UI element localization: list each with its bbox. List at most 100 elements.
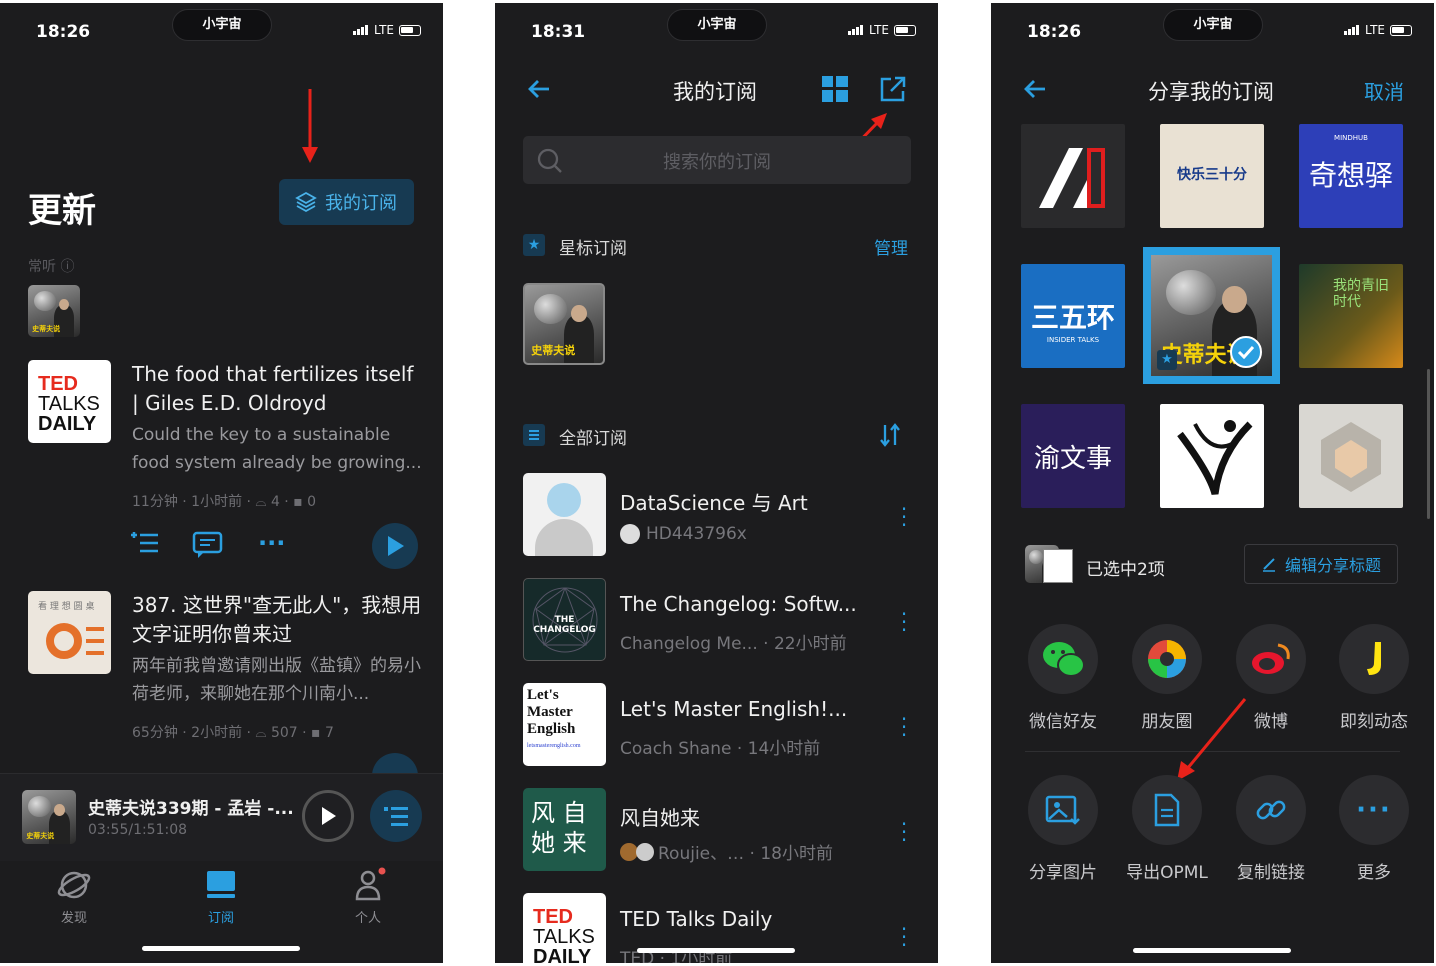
back-arrow-icon[interactable] (527, 77, 551, 105)
list-item-sub: Roujie、… · 18小时前 (620, 839, 833, 864)
selected-cover-frame[interactable]: 史蒂夫说 ★ (1143, 247, 1280, 384)
moments-button[interactable] (1132, 624, 1202, 694)
grid-cover-geometric[interactable] (1299, 404, 1403, 508)
list-item-sub: HD443796x (620, 524, 747, 544)
app-pill: 小宇宙 (667, 9, 767, 41)
jike-icon (1367, 642, 1381, 675)
check-icon (1230, 336, 1262, 368)
share-export-icon[interactable] (879, 75, 907, 107)
sort-icon[interactable] (879, 423, 901, 451)
item-more-icon[interactable]: · · · (899, 709, 909, 745)
export-opml-button[interactable] (1132, 775, 1202, 845)
mini-player[interactable]: 史蒂夫说 史蒂夫说339期 - 孟岩 -... 03:55/1:51:08 (0, 773, 443, 861)
list-item-title[interactable]: TED Talks Daily (620, 907, 772, 931)
app-pill-label: 小宇宙 (697, 17, 737, 32)
item-more-icon[interactable]: · · · (899, 499, 909, 535)
tab-profile[interactable]: 个人 (338, 907, 398, 926)
grid-cover-1[interactable] (1021, 124, 1125, 228)
search-placeholder: 搜索你的订阅 (663, 152, 771, 173)
player-progress: 03:55/1:51:08 (88, 822, 188, 838)
item-more-icon[interactable]: · · · (899, 814, 909, 850)
playlist-button[interactable] (370, 790, 422, 842)
frequent-label: 常听 ⓘ (28, 259, 75, 275)
status-time: 18:31 (531, 22, 586, 42)
list-item-cover[interactable]: TED TALKS DAILY (523, 893, 606, 963)
discover-icon[interactable] (57, 869, 91, 905)
item-more-icon[interactable]: · · · (899, 604, 909, 640)
list-item-title[interactable]: The Changelog: Softw... (620, 592, 857, 616)
share-label: 导出OPML (1126, 863, 1208, 883)
app-pill: 小宇宙 (1163, 9, 1263, 41)
link-icon (1256, 800, 1286, 820)
star-icon: ★ (1157, 350, 1177, 370)
profile-icon[interactable] (354, 867, 386, 905)
player-title: 史蒂夫说339期 - 孟岩 -... (88, 799, 294, 819)
wechat-friend-button[interactable] (1028, 624, 1098, 694)
add-to-queue-icon[interactable] (130, 529, 160, 561)
episode-meta: 11分钟 · 1小时前 · ⌓ 4 · ▪ 0 (132, 494, 317, 510)
comment-icon[interactable] (192, 531, 224, 563)
search-input[interactable]: 搜索你的订阅 (523, 136, 911, 184)
tab-discover[interactable]: 发现 (44, 907, 104, 926)
list-item-cover[interactable]: THE CHANGELOG (523, 578, 606, 661)
copy-link-button[interactable] (1236, 775, 1306, 845)
grid-view-icon[interactable] (822, 76, 848, 106)
network-label: LTE (869, 23, 889, 37)
list-item-cover[interactable]: Let's Master English letsmasterenglish.com (523, 683, 606, 766)
annotation-arrow-icon (1177, 698, 1247, 781)
grid-cover-qixiang[interactable]: MINDHUB 奇想驿 (1299, 124, 1403, 228)
status-time: 18:26 (36, 22, 91, 42)
episode-cover-kanlixiang[interactable]: 看 理 想 圆 桌 (28, 591, 111, 674)
list-item-sub: TED · 1小时前 (620, 949, 733, 963)
list-item-cover[interactable] (523, 473, 606, 556)
network-label: LTE (374, 23, 394, 37)
app-pill-label: 小宇宙 (202, 17, 242, 32)
item-more-icon[interactable]: · · · (899, 919, 909, 955)
episode-description: Could the key to a sustainable food syst… (132, 425, 422, 473)
player-play-button[interactable] (302, 790, 354, 842)
episode-cover-ted[interactable]: TED TALKS DAILY (28, 360, 111, 443)
page-title: 更新 (28, 191, 96, 231)
list-item-title[interactable]: Let's Master English!... (620, 697, 847, 721)
play-episode-button[interactable] (372, 523, 418, 569)
home-indicator (637, 948, 795, 953)
more-share-button[interactable]: ··· (1339, 775, 1409, 845)
signal-icon (1344, 25, 1360, 35)
page-title: 我的订阅 (673, 80, 757, 104)
back-arrow-icon[interactable] (1023, 77, 1047, 105)
share-image-button[interactable] (1028, 775, 1098, 845)
list-item-cover[interactable]: 风 自她 来 (523, 788, 606, 871)
app-pill-label: 小宇宙 (1193, 17, 1233, 32)
grid-cover-sanwuhuan[interactable]: 三五环 INSIDER TALKS (1021, 264, 1125, 368)
cancel-button[interactable]: 取消 (1364, 76, 1404, 105)
signal-icon (353, 25, 369, 35)
share-label: 复制链接 (1237, 863, 1305, 883)
manage-button[interactable]: 管理 (874, 234, 908, 259)
grid-cover-kuaile[interactable]: 快乐三十分 (1160, 124, 1264, 228)
scrollbar[interactable] (1427, 369, 1430, 519)
grid-cover-dance[interactable] (1160, 404, 1264, 508)
share-label: 分享图片 (1029, 863, 1097, 883)
subscriptions-icon[interactable] (205, 869, 237, 905)
episode-title[interactable]: 387. 这世界"查无此人"，我想用文字证明你曾来过 (132, 591, 422, 649)
battery-icon (894, 24, 916, 36)
image-icon (1045, 795, 1080, 825)
list-item-title[interactable]: 风自她来 (620, 802, 700, 831)
list-item-title[interactable]: DataScience 与 Art (620, 487, 808, 516)
edit-share-title-button[interactable]: 编辑分享标题 (1244, 544, 1398, 584)
weibo-button[interactable] (1236, 624, 1306, 694)
my-subscriptions-button[interactable]: 我的订阅 (279, 179, 414, 225)
grid-cover-wenzhang[interactable]: 渝文事 (1021, 404, 1125, 508)
frequent-podcast-cover[interactable]: 史蒂夫说 (28, 285, 80, 337)
more-icon[interactable]: ··· (258, 529, 285, 557)
home-indicator (142, 946, 300, 951)
app-pill: 小宇宙 (172, 9, 272, 41)
share-label: 微信好友 (1029, 712, 1097, 732)
jike-button[interactable] (1339, 624, 1409, 694)
play-icon (322, 807, 336, 825)
list-item-sub: Coach Shane · 14小时前 (620, 739, 821, 759)
tab-subscriptions[interactable]: 订阅 (191, 907, 251, 926)
grid-cover-shiqi[interactable]: 我的青旧时代 (1299, 264, 1403, 368)
starred-podcast-cover[interactable]: 史蒂夫说 (523, 283, 605, 365)
episode-title[interactable]: The food that fertilizes itself | Giles … (132, 360, 422, 418)
